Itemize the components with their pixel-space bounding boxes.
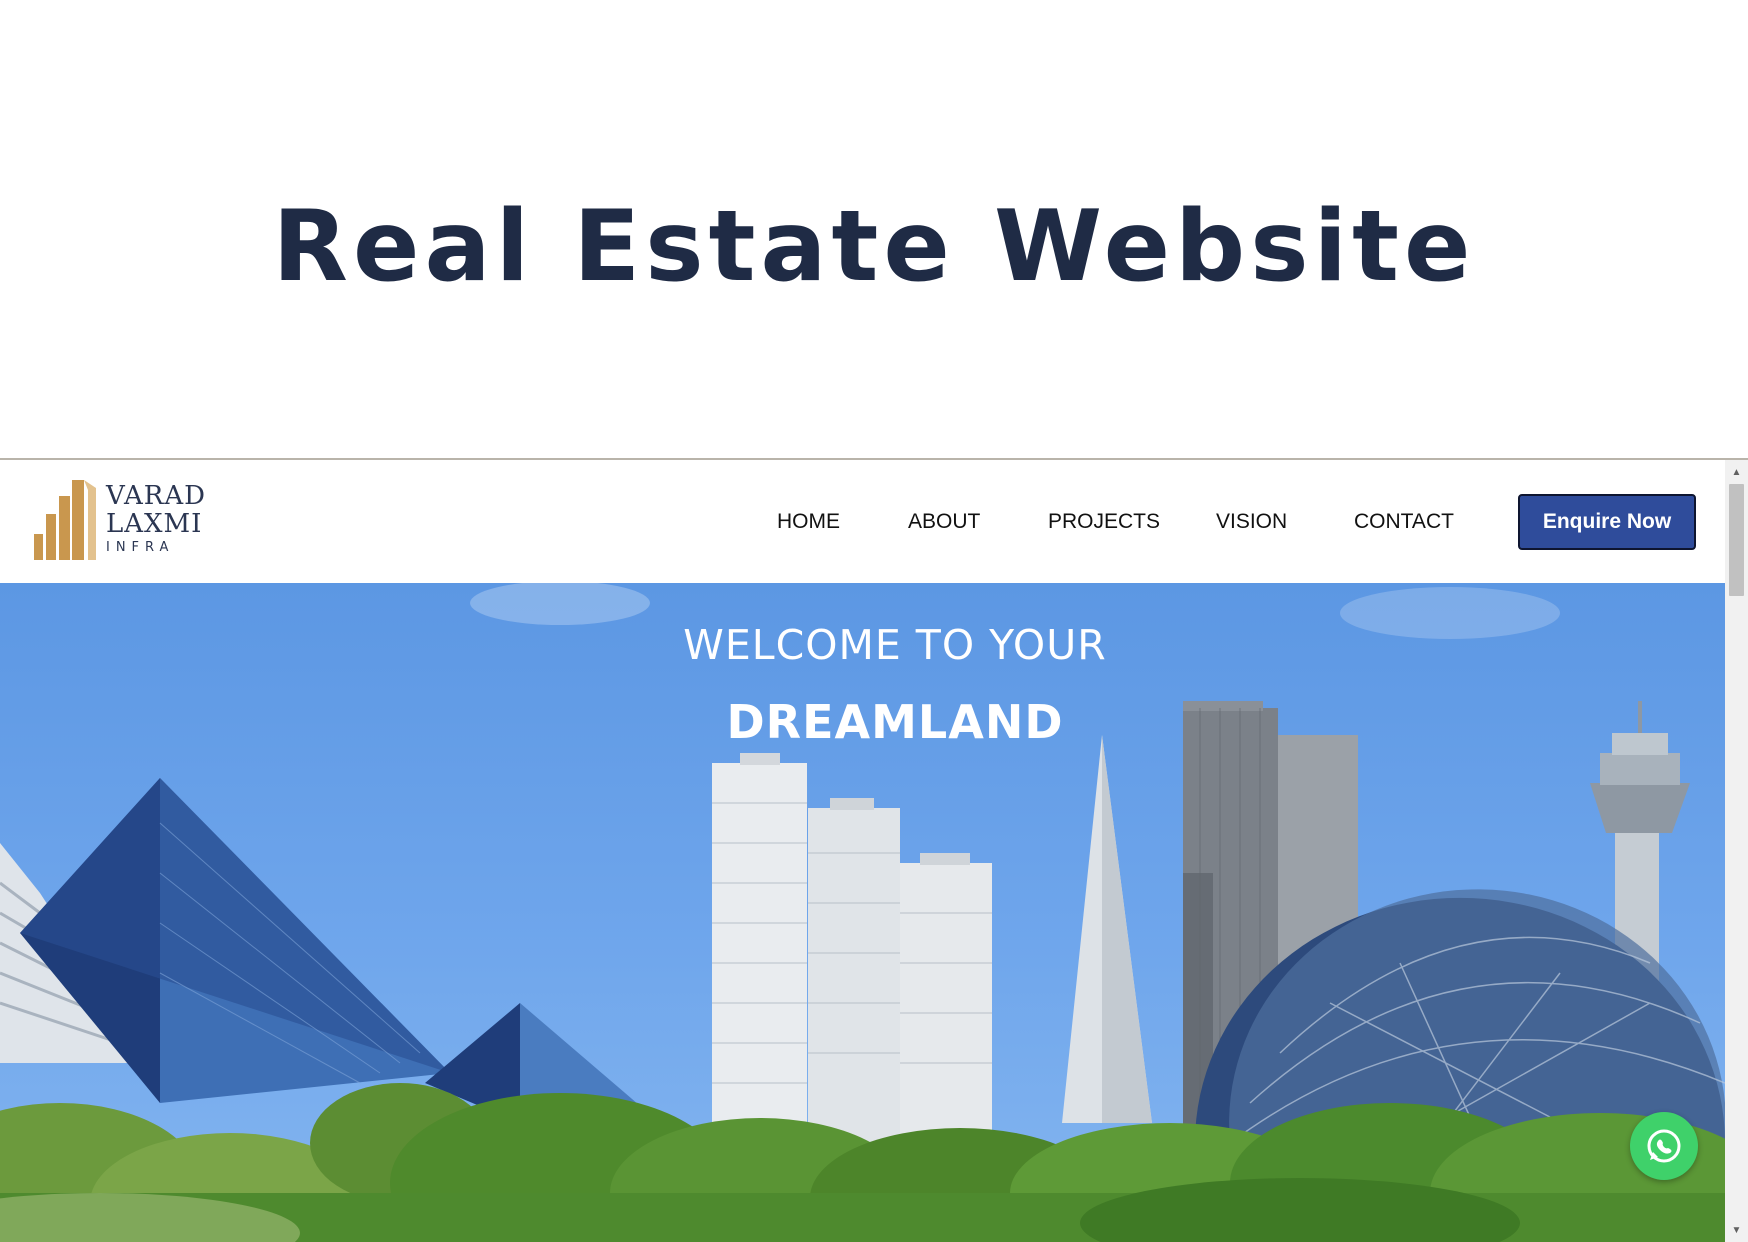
nav-contact[interactable]: CONTACT: [1354, 510, 1454, 534]
hero-banner: WELCOME TO YOUR DREAMLAND: [0, 583, 1725, 1242]
vertical-scrollbar[interactable]: ▲ ▼: [1725, 460, 1748, 1242]
whatsapp-icon: [1647, 1129, 1681, 1163]
city-skyline-illustration: [0, 583, 1725, 1242]
scroll-up-arrow-icon[interactable]: ▲: [1725, 464, 1748, 482]
nav-about[interactable]: ABOUT: [908, 510, 980, 534]
hero-welcome-text: WELCOME TO YOUR: [683, 621, 1107, 669]
nav-home[interactable]: HOME: [777, 510, 840, 534]
logo-line-varad: VARAD: [106, 481, 206, 511]
page-heading: Real Estate Website: [272, 190, 1476, 304]
logo-line-laxmi: LAXMI: [106, 509, 203, 539]
whatsapp-chat-button[interactable]: [1630, 1112, 1698, 1180]
scroll-thumb[interactable]: [1729, 484, 1744, 596]
site-navbar: VARAD LAXMI INFRA HOME ABOUT PROJECTS VI…: [0, 460, 1725, 583]
logo-line-infra: INFRA: [106, 540, 175, 555]
hero-title: DREAMLAND: [726, 695, 1064, 749]
building-logo-icon: [34, 480, 96, 560]
nav-vision[interactable]: VISION: [1216, 510, 1287, 534]
nav-projects[interactable]: PROJECTS: [1048, 510, 1160, 534]
site-logo[interactable]: VARAD LAXMI INFRA: [34, 476, 224, 560]
enquire-now-button[interactable]: Enquire Now: [1518, 494, 1696, 550]
scroll-down-arrow-icon[interactable]: ▼: [1725, 1222, 1748, 1240]
logo-wordmark: VARAD LAXMI INFRA: [106, 482, 206, 555]
browser-viewport: VARAD LAXMI INFRA HOME ABOUT PROJECTS VI…: [0, 458, 1748, 1242]
